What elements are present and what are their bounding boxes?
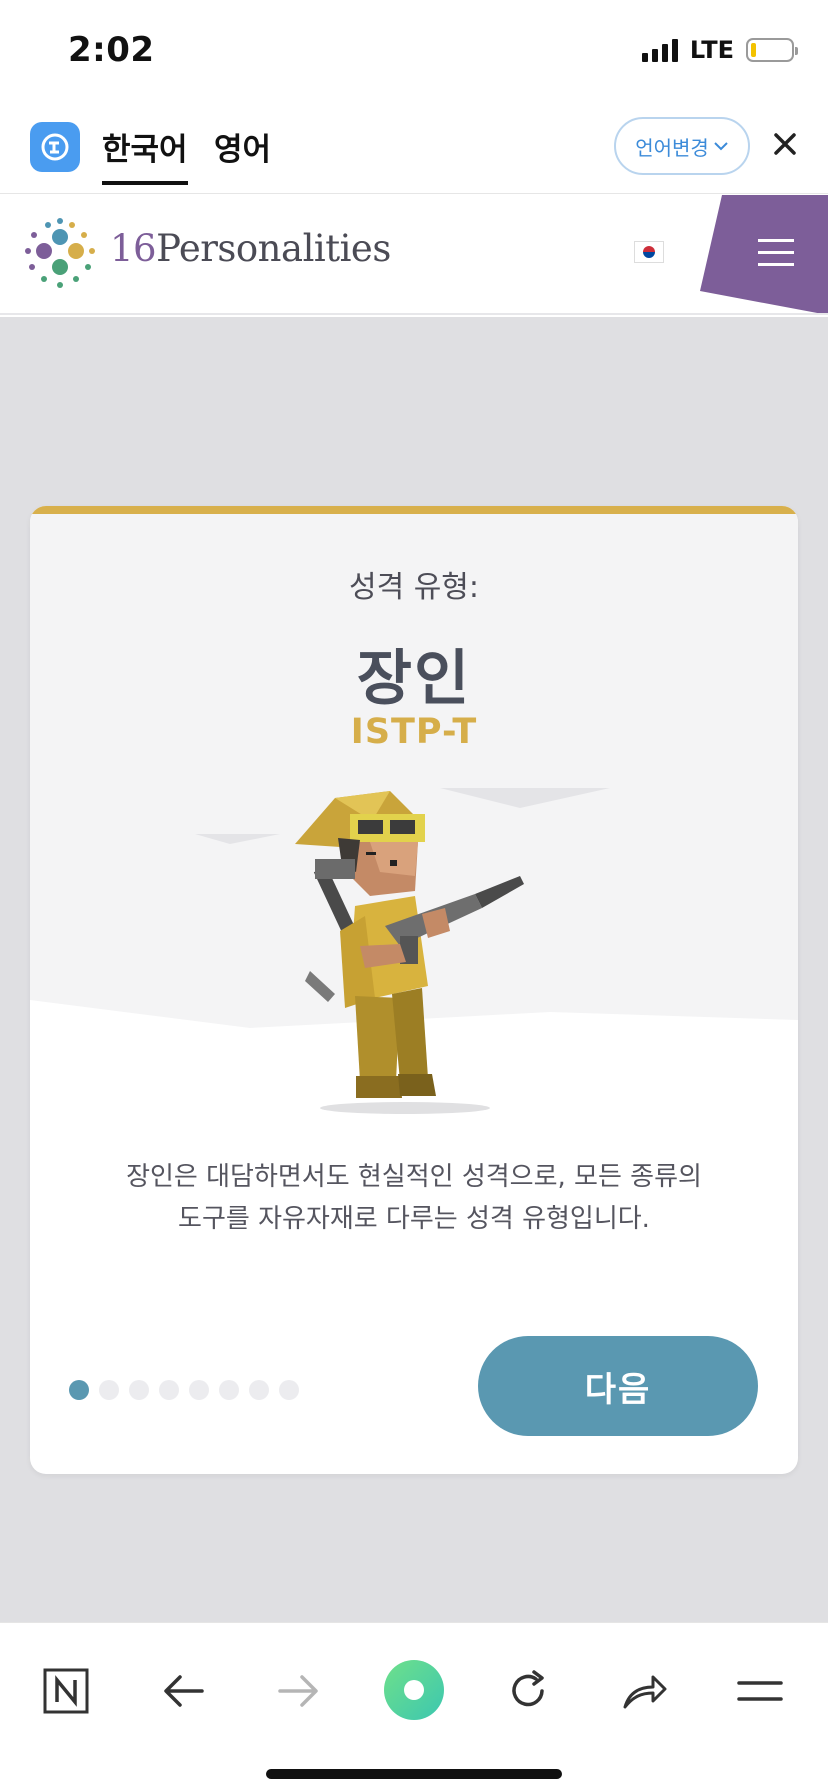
pagination-dot[interactable] xyxy=(159,1380,179,1400)
personality-code: ISTP-T xyxy=(350,712,478,752)
change-language-button[interactable]: 언어변경 xyxy=(614,117,750,175)
share-icon[interactable] xyxy=(614,1661,674,1721)
card-accent-bar xyxy=(30,506,798,514)
network-label: LTE xyxy=(689,36,734,64)
status-bar: 2:02 LTE xyxy=(0,0,828,100)
virtuoso-character-illustration xyxy=(195,788,610,1114)
pagination-dot[interactable] xyxy=(129,1380,149,1400)
reload-icon[interactable] xyxy=(498,1661,558,1721)
close-icon[interactable] xyxy=(772,126,798,166)
change-language-label: 언어변경 xyxy=(635,135,709,160)
pagination-dot[interactable] xyxy=(219,1380,239,1400)
home-indicator xyxy=(266,1769,562,1779)
status-time: 2:02 xyxy=(68,30,155,70)
site-logo-text[interactable]: 16Personalities xyxy=(110,227,391,270)
pagination-dot[interactable] xyxy=(249,1380,269,1400)
battery-icon xyxy=(746,38,798,62)
pagination-dot[interactable] xyxy=(99,1380,119,1400)
translator-bar: 한국어 영어 언어변경 xyxy=(0,100,828,194)
personality-description: 장인은 대담하면서도 현실적인 성격으로, 모든 종류의 도구를 자유자재로 다… xyxy=(90,1156,738,1240)
menu-icon[interactable] xyxy=(730,1661,790,1721)
forward-arrow-icon[interactable] xyxy=(268,1661,328,1721)
tab-english[interactable]: 영어 xyxy=(214,124,271,169)
logo-number: 16 xyxy=(110,227,157,270)
back-arrow-icon[interactable] xyxy=(154,1661,214,1721)
browser-toolbar xyxy=(0,1622,828,1792)
tab-korean[interactable]: 한국어 xyxy=(102,124,188,185)
personality-card: 성격 유형: 장인 ISTP-T 장인은 대담하면서도 현실적인 성격으로, 모… xyxy=(30,506,798,1474)
description-line-1: 장인은 대담하면서도 현실적인 성격으로, 모든 종류의 xyxy=(126,1162,702,1192)
pagination-dots xyxy=(69,1380,299,1400)
site-header: 16Personalities xyxy=(0,195,828,315)
chevron-down-icon xyxy=(714,142,728,151)
green-dot-icon[interactable] xyxy=(383,1659,445,1721)
hamburger-menu-icon[interactable] xyxy=(758,239,794,275)
description-line-2: 도구를 자유자재로 다루는 성격 유형입니다. xyxy=(178,1204,650,1234)
pagination-dot[interactable] xyxy=(189,1380,209,1400)
signal-icon xyxy=(641,38,678,62)
korea-flag-icon[interactable] xyxy=(634,241,664,263)
naver-icon[interactable] xyxy=(36,1661,96,1721)
page-background: 성격 유형: 장인 ISTP-T 장인은 대담하면서도 현실적인 성격으로, 모… xyxy=(0,317,828,1622)
next-button[interactable]: 다음 xyxy=(478,1336,758,1436)
papago-icon[interactable] xyxy=(30,122,80,172)
pagination-dot[interactable] xyxy=(279,1380,299,1400)
card-subtitle: 성격 유형: xyxy=(348,570,480,605)
logo-icon[interactable] xyxy=(20,215,100,295)
pagination-dot[interactable] xyxy=(69,1380,89,1400)
personality-title: 장인 xyxy=(356,644,472,714)
logo-word: Personalities xyxy=(156,227,391,270)
status-indicators: LTE xyxy=(641,36,798,64)
